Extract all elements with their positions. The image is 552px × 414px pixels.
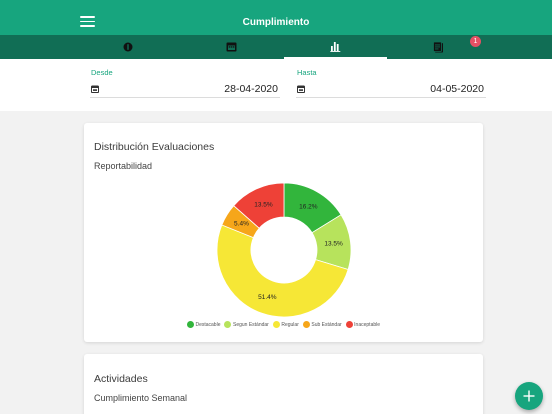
date-filters: Desde 28-04-2020 Hasta 04-05-2020 (0, 59, 552, 111)
legend-swatch (186, 321, 194, 328)
legend-label: Inaceptable (354, 321, 381, 328)
notes-icon (433, 41, 443, 52)
legend-label: Destacable (195, 321, 221, 328)
legend-item[interactable]: Sub Estándar (302, 321, 342, 328)
legend-item[interactable]: Regular (272, 321, 299, 328)
slice-label: 16.2% (299, 203, 318, 210)
add-button[interactable] (515, 382, 543, 410)
calendar-icon (226, 42, 237, 52)
legend-swatch (345, 321, 353, 328)
legend-label: Segun Estándar (232, 321, 269, 328)
legend-item[interactable]: Inaceptable (345, 321, 381, 328)
to-date-label: Hasta (297, 68, 317, 77)
legend-swatch (272, 321, 280, 328)
notification-badge: 1 (470, 36, 481, 47)
tab-statistics[interactable] (284, 35, 387, 59)
legend-item[interactable]: Destacable (186, 321, 221, 328)
legend-swatch (302, 321, 310, 328)
chart-legend: Destacable Segun Estándar Regular Sub Están… (84, 321, 483, 328)
distribution-card: Distribución Evaluaciones Reportabilidad… (84, 123, 483, 342)
plus-icon (523, 390, 535, 402)
legend-label: Sub Estándar (311, 321, 342, 328)
legend-item[interactable]: Segun Estándar (224, 321, 269, 328)
slice-label: 13.5% (254, 201, 273, 208)
page-title: Cumplimiento (242, 17, 310, 28)
activities-subtitle: Cumplimiento Semanal (94, 393, 188, 403)
legend-swatch (224, 321, 232, 328)
to-date-input[interactable]: 04-05-2020 (430, 83, 484, 95)
bar-chart-icon (330, 41, 341, 52)
from-date-label: Desde (91, 68, 113, 77)
calendar-icon (91, 85, 99, 93)
legend-label: Regular (281, 321, 299, 328)
from-date-input[interactable]: 28-04-2020 (224, 83, 278, 95)
slice-label: 5.4% (234, 221, 249, 228)
slice-label: 51.4% (258, 294, 277, 301)
tab-calendar[interactable] (180, 35, 283, 59)
to-date-field[interactable]: Hasta 04-05-2020 (296, 68, 486, 98)
app-bar: Cumplimiento (0, 0, 552, 35)
activities-title: Actividades (94, 373, 148, 385)
calendar-icon (297, 85, 305, 93)
slice-label: 13.5% (324, 241, 343, 248)
activities-card: Actividades Cumplimiento Semanal (84, 354, 483, 414)
tab-bar (0, 35, 552, 59)
from-date-field[interactable]: Desde 28-04-2020 (90, 68, 280, 98)
donut-chart: 16.2% 13.5% 51.4% 5.4% 13.5% (216, 182, 352, 318)
coin-icon (123, 42, 132, 52)
tab-coins[interactable] (76, 35, 179, 59)
